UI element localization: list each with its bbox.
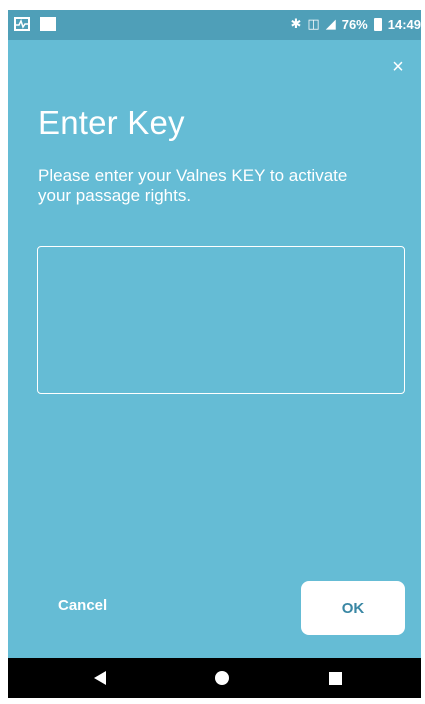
clock: 14:49	[387, 16, 421, 32]
battery-percent: 76%	[341, 16, 368, 32]
app-screen: ✱ ◫ ◢ 76% 14:49 × Enter Key Please enter…	[8, 10, 421, 698]
status-left-icons	[14, 17, 56, 31]
bluetooth-icon: ✱	[290, 16, 302, 31]
cancel-button[interactable]: Cancel	[58, 597, 107, 614]
home-icon[interactable]	[215, 671, 229, 685]
battery-icon	[373, 17, 382, 31]
vibrate-icon: ◫	[307, 16, 320, 31]
close-icon[interactable]: ×	[389, 57, 407, 77]
back-icon[interactable]	[94, 671, 106, 685]
image-icon	[40, 17, 56, 31]
key-input[interactable]	[37, 246, 405, 394]
ok-button-label: OK	[341, 599, 365, 617]
page-title: Enter Key	[38, 104, 185, 141]
status-bar: ✱ ◫ ◢ 76% 14:49	[8, 10, 421, 40]
status-right-icons: ✱ ◫ ◢ 76% 14:49	[291, 16, 421, 32]
activity-icon	[14, 17, 30, 31]
ok-button[interactable]: OK	[301, 581, 405, 635]
instructions-text: Please enter your Valnes KEY to activate…	[38, 166, 348, 205]
signal-icon: ◢	[325, 16, 336, 31]
navigation-bar	[8, 658, 421, 698]
recent-apps-icon[interactable]	[329, 672, 342, 685]
